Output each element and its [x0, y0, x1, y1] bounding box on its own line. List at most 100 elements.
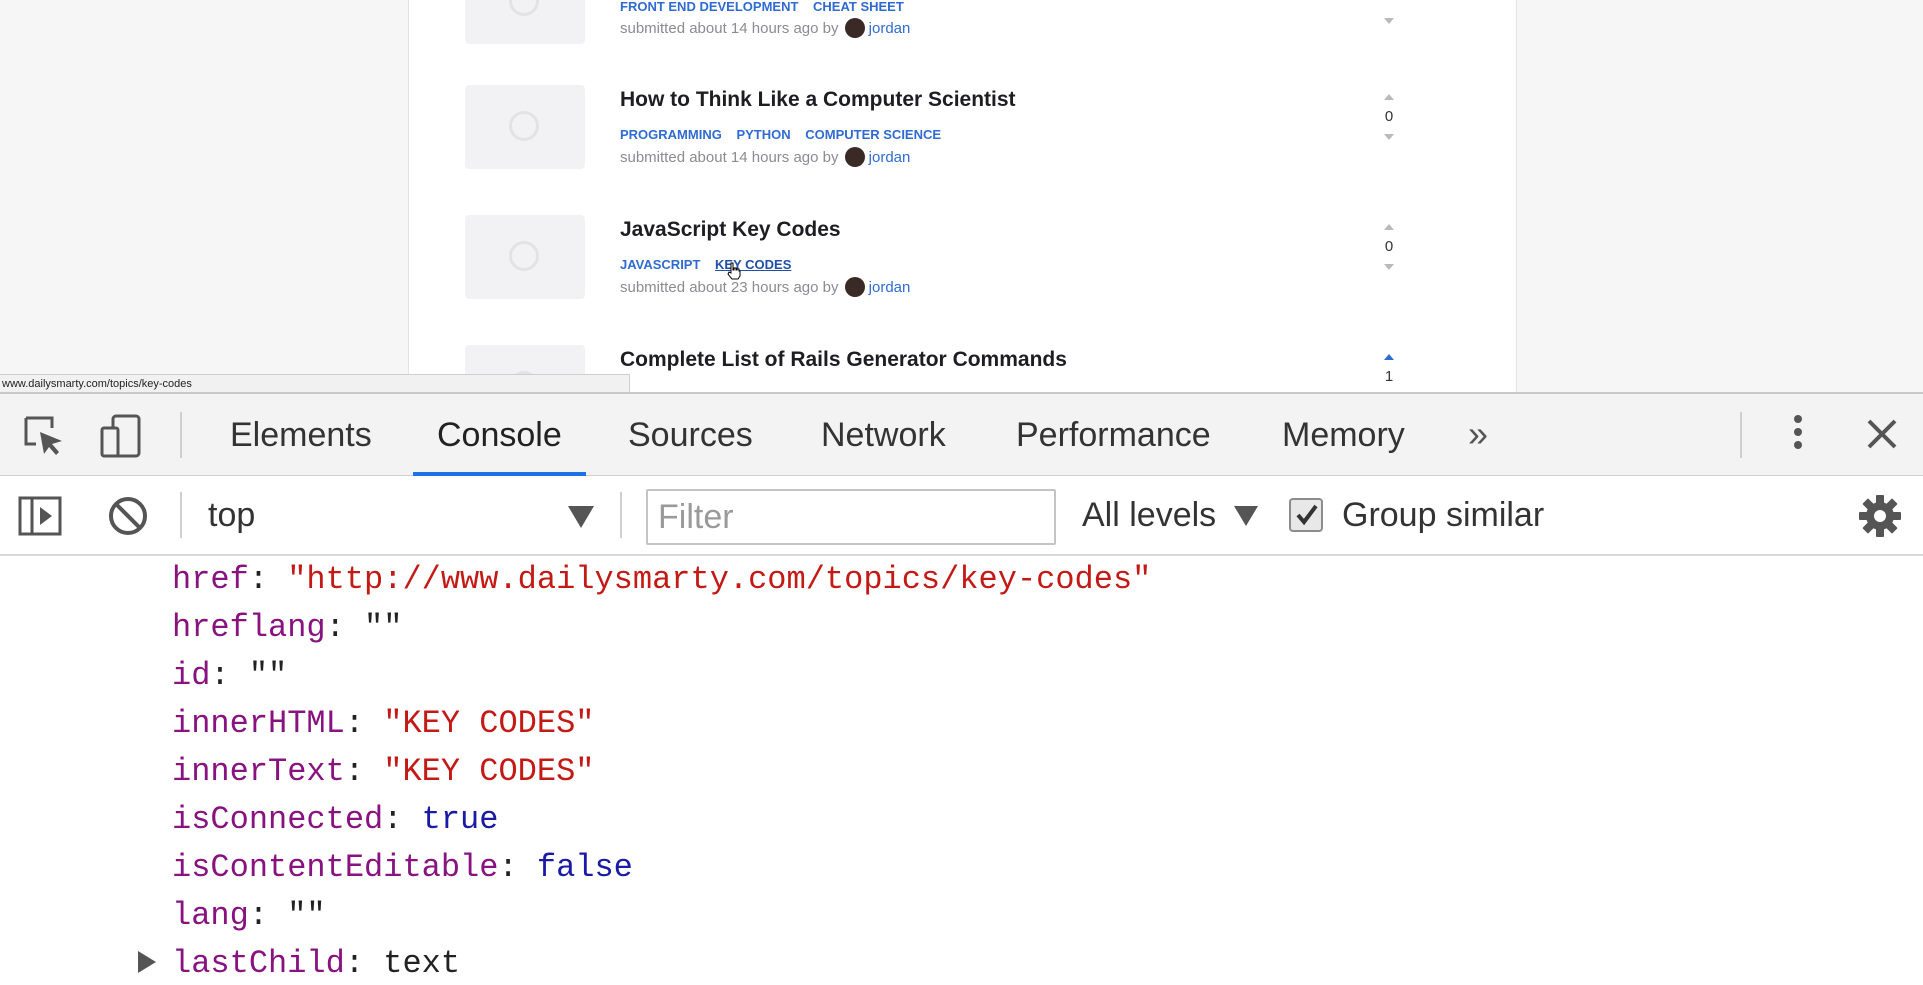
placeholder-logo-icon — [509, 111, 539, 141]
tab-performance[interactable]: Performance — [1016, 394, 1211, 476]
cursor-in-box-icon[interactable] — [22, 414, 66, 458]
console-property-row[interactable]: lang: "" — [172, 892, 326, 940]
tag-link[interactable]: PYTHON — [736, 127, 790, 142]
post-meta-text: submitted about 14 hours ago by — [620, 149, 839, 166]
devtools-panel: Elements Console Sources Network Perform… — [0, 392, 1923, 983]
post-item[interactable]: FRONT END DEVELOPMENT CHEAT SHEET submit… — [409, 0, 1516, 44]
tab-memory[interactable]: Memory — [1282, 394, 1405, 476]
property-value: "" — [248, 657, 288, 694]
vote-count: 0 — [1384, 238, 1394, 255]
post-title[interactable]: How to Think Like a Computer Scientist — [620, 88, 1016, 112]
toolbar-divider — [620, 492, 622, 538]
property-key: lastChild — [172, 945, 345, 982]
close-icon[interactable] — [1862, 414, 1902, 454]
tag-link[interactable]: FRONT END DEVELOPMENT — [620, 0, 798, 14]
status-bar-url: www.dailysmarty.com/topics/key-codes — [0, 374, 630, 392]
web-page-viewport: FRONT END DEVELOPMENT CHEAT SHEET submit… — [0, 0, 1923, 392]
post-thumbnail[interactable] — [465, 215, 585, 299]
author-link[interactable]: jordan — [869, 149, 911, 166]
avatar[interactable] — [844, 18, 865, 38]
property-value: false — [536, 849, 633, 886]
property-key: id — [172, 657, 211, 694]
author-link[interactable]: jordan — [869, 20, 911, 37]
group-similar-label[interactable]: Group similar — [1342, 476, 1544, 554]
show-sidebar-icon[interactable] — [18, 494, 62, 538]
vote-count: 0 — [1384, 108, 1394, 125]
property-key: innerText — [172, 753, 345, 790]
property-key: lang — [172, 897, 249, 934]
filter-input[interactable] — [646, 489, 1056, 545]
upvote-arrow-icon[interactable] — [1384, 224, 1394, 230]
post-tags: JAVASCRIPT KEY CODES — [620, 257, 802, 272]
gear-icon[interactable] — [1858, 494, 1902, 538]
console-property-row[interactable]: href: "http://www.dailysmarty.com/topics… — [172, 556, 1151, 604]
toolbar-divider — [180, 492, 182, 538]
console-property-row[interactable]: isContentEditable: false — [172, 844, 633, 892]
property-key: isContentEditable — [172, 849, 499, 886]
console-output: href: "http://www.dailysmarty.com/topics… — [0, 556, 1923, 985]
vote-count: 1 — [1384, 368, 1394, 385]
property-value: text — [383, 945, 461, 982]
property-value: "" — [287, 897, 326, 934]
downvote-arrow-icon[interactable] — [1384, 264, 1394, 270]
vote-widget: 0 — [1371, 94, 1407, 140]
property-value: "KEY CODES" — [383, 705, 595, 742]
console-property-row[interactable]: id: "" — [172, 652, 287, 700]
post-title[interactable]: JavaScript Key Codes — [620, 218, 841, 242]
upvote-arrow-icon[interactable] — [1384, 354, 1394, 360]
tab-elements[interactable]: Elements — [230, 394, 372, 476]
toolbar-divider — [180, 412, 182, 458]
downvote-arrow-icon[interactable] — [1384, 18, 1394, 24]
property-key: hreflang — [172, 609, 326, 646]
placeholder-logo-icon — [509, 241, 539, 271]
console-property-row[interactable]: hreflang: "" — [172, 604, 402, 652]
tag-link[interactable]: COMPUTER SCIENCE — [805, 127, 941, 142]
device-toolbar-icon[interactable] — [100, 414, 144, 458]
console-toolbar: top All levels Group similar — [0, 476, 1923, 556]
post-item[interactable]: How to Think Like a Computer Scientist P… — [409, 84, 1516, 204]
tag-link[interactable]: JAVASCRIPT — [620, 257, 700, 272]
tab-network[interactable]: Network — [821, 394, 946, 476]
vote-widget: 0 — [1371, 224, 1407, 270]
post-meta-text: submitted about 14 hours ago by — [620, 20, 839, 37]
post-tags: PROGRAMMING PYTHON COMPUTER SCIENCE — [620, 127, 952, 142]
property-value: "KEY CODES" — [383, 753, 595, 790]
devtools-tab-bar: Elements Console Sources Network Perform… — [0, 394, 1923, 476]
downvote-arrow-icon[interactable] — [1384, 134, 1394, 140]
post-meta: submitted about 14 hours ago by jordan — [620, 147, 910, 167]
expand-triangle-icon[interactable] — [138, 951, 156, 973]
execution-context-select[interactable]: top — [208, 476, 255, 554]
console-property-row[interactable]: innerHTML: "KEY CODES" — [172, 700, 594, 748]
post-item[interactable]: JavaScript Key Codes JAVASCRIPT KEY CODE… — [409, 214, 1516, 334]
property-value: true — [421, 801, 499, 838]
avatar[interactable] — [844, 277, 865, 297]
chevron-down-icon[interactable] — [568, 506, 594, 528]
tab-sources[interactable]: Sources — [628, 394, 753, 476]
property-key: innerHTML — [172, 705, 345, 742]
post-meta-text: submitted about 23 hours ago by — [620, 279, 839, 296]
property-value: "http://www.dailysmarty.com/topics/key-c… — [287, 561, 1152, 598]
post-meta: submitted about 23 hours ago by jordan — [620, 277, 910, 297]
tag-link[interactable]: PROGRAMMING — [620, 127, 722, 142]
post-list-card: FRONT END DEVELOPMENT CHEAT SHEET submit… — [408, 0, 1517, 392]
author-link[interactable]: jordan — [869, 279, 911, 296]
tab-console[interactable]: Console — [413, 394, 586, 476]
kebab-menu-icon[interactable] — [1788, 412, 1808, 458]
vote-widget: 1 — [1371, 354, 1407, 392]
post-title[interactable]: Complete List of Rails Generator Command… — [620, 348, 1067, 372]
console-property-row[interactable]: innerText: "KEY CODES" — [172, 748, 594, 796]
post-thumbnail[interactable] — [465, 0, 585, 44]
toolbar-divider — [1740, 412, 1742, 458]
tag-link[interactable]: CHEAT SHEET — [813, 0, 904, 14]
log-levels-select[interactable]: All levels — [1082, 476, 1216, 554]
more-tabs-chevron-icon[interactable]: » — [1468, 414, 1488, 454]
avatar[interactable] — [844, 147, 865, 167]
post-thumbnail[interactable] — [465, 85, 585, 169]
console-property-row[interactable]: isConnected: true — [172, 796, 498, 844]
upvote-arrow-icon[interactable] — [1384, 94, 1394, 100]
post-tags: FRONT END DEVELOPMENT CHEAT SHEET — [620, 0, 915, 14]
chevron-down-icon[interactable] — [1234, 506, 1258, 526]
clear-console-icon[interactable] — [106, 494, 150, 538]
console-property-row[interactable]: lastChild: text — [172, 940, 460, 985]
group-similar-checkbox[interactable] — [1289, 498, 1323, 532]
